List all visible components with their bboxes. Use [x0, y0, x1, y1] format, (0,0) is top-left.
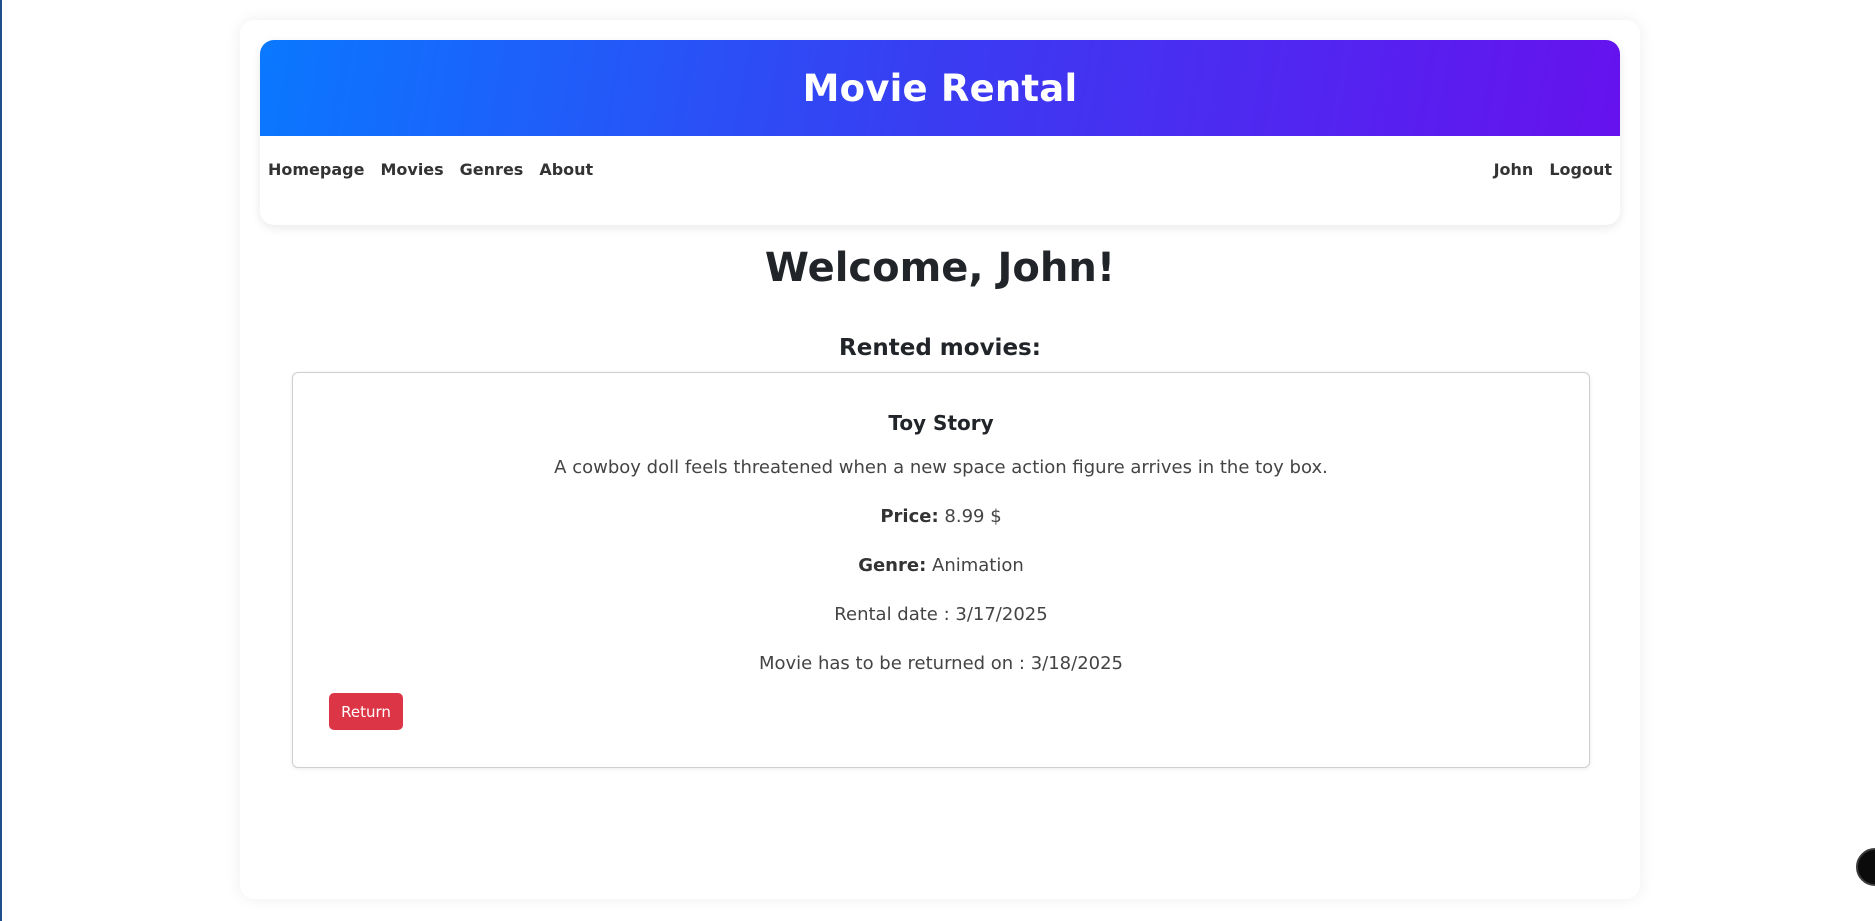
nav-link-movies[interactable]: Movies	[372, 160, 451, 179]
return-button[interactable]: Return	[329, 693, 403, 730]
price-label: Price:	[880, 506, 939, 527]
rental-date: Rental date : 3/17/2025	[834, 604, 1048, 625]
nav-right: John Logout	[1486, 160, 1612, 179]
genre-value: Animation	[932, 555, 1024, 576]
rented-movie-card: Toy Story A cowboy doll feels threatened…	[292, 372, 1590, 768]
movie-price: Price: 8.99 $	[293, 506, 1589, 527]
navbar: Homepage Movies Genres About John Logout	[260, 136, 1620, 202]
floating-widget-icon[interactable]	[1856, 848, 1875, 886]
nav-link-logout[interactable]: Logout	[1541, 160, 1612, 179]
rented-movies-heading: Rented movies:	[839, 335, 1041, 361]
header-banner: Movie Rental	[260, 40, 1620, 136]
genre-label: Genre:	[858, 555, 927, 576]
movie-title: Toy Story	[888, 411, 994, 435]
price-value: 8.99 $	[944, 506, 1002, 527]
site-title: Movie Rental	[802, 66, 1078, 110]
nav-link-homepage[interactable]: Homepage	[268, 160, 372, 179]
movie-genre: Genre: Animation	[293, 555, 1589, 576]
site-header: Movie Rental Homepage Movies Genres Abou…	[260, 40, 1620, 225]
window-left-edge	[0, 0, 2, 921]
page-container: Movie Rental Homepage Movies Genres Abou…	[240, 20, 1640, 899]
nav-link-about[interactable]: About	[531, 160, 601, 179]
welcome-heading: Welcome, John!	[764, 245, 1116, 291]
nav-link-genres[interactable]: Genres	[452, 160, 532, 179]
nav-link-user[interactable]: John	[1486, 160, 1542, 179]
movie-description: A cowboy doll feels threatened when a ne…	[554, 457, 1328, 478]
nav-left: Homepage Movies Genres About	[268, 160, 601, 179]
return-due-date: Movie has to be returned on : 3/18/2025	[758, 653, 1124, 674]
